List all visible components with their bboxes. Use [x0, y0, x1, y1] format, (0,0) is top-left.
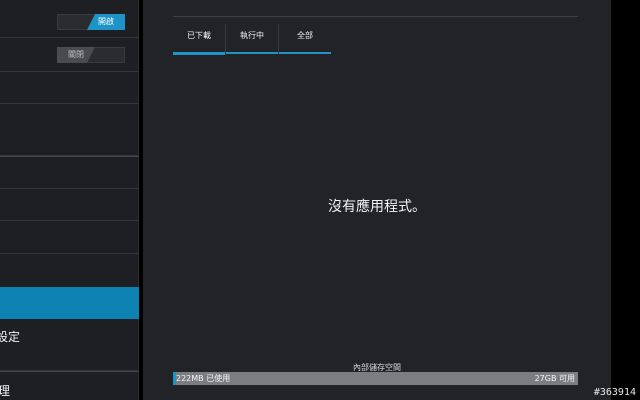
settings-row-selected[interactable] [0, 287, 139, 319]
toggle-switch-on[interactable]: 開啟 [57, 14, 125, 30]
top-divider [173, 16, 578, 17]
toggle-on-label: 開啟 [87, 14, 125, 30]
settings-row[interactable]: 設定 [0, 319, 139, 371]
toggle-switch-off[interactable]: 關閉 [57, 47, 125, 63]
toggle-off-label: 關閉 [57, 47, 95, 63]
settings-row[interactable] [0, 104, 139, 156]
watermark: #363914 [593, 387, 636, 398]
settings-row[interactable] [0, 157, 139, 189]
empty-message: 沒有應用程式。 [328, 199, 426, 215]
settings-sidebar: 開啟 關閉 設定 理 [0, 0, 139, 400]
apps-pane: 已下載 執行中 全部 沒有應用程式。 內部儲存空間 222MB 已使用 27GB… [143, 0, 611, 400]
settings-row[interactable] [0, 221, 139, 254]
storage-free-text: 27GB 可用 [534, 374, 575, 383]
settings-row[interactable]: 理 [0, 372, 139, 400]
settings-row[interactable] [0, 254, 139, 287]
tab-running[interactable]: 執行中 [226, 24, 278, 54]
right-edge [611, 0, 640, 400]
settings-item-label: 理 [0, 384, 11, 398]
settings-row[interactable] [0, 72, 139, 104]
tab-downloaded[interactable]: 已下載 [173, 24, 225, 55]
settings-row[interactable]: 開啟 [0, 0, 139, 38]
settings-item-label: 設定 [0, 330, 21, 344]
settings-row[interactable] [0, 189, 139, 221]
storage-bar: 222MB 已使用 27GB 可用 [173, 372, 578, 385]
storage-used-text: 222MB 已使用 [176, 374, 231, 383]
tab-all[interactable]: 全部 [279, 24, 331, 54]
settings-row[interactable]: 關閉 [0, 38, 139, 72]
